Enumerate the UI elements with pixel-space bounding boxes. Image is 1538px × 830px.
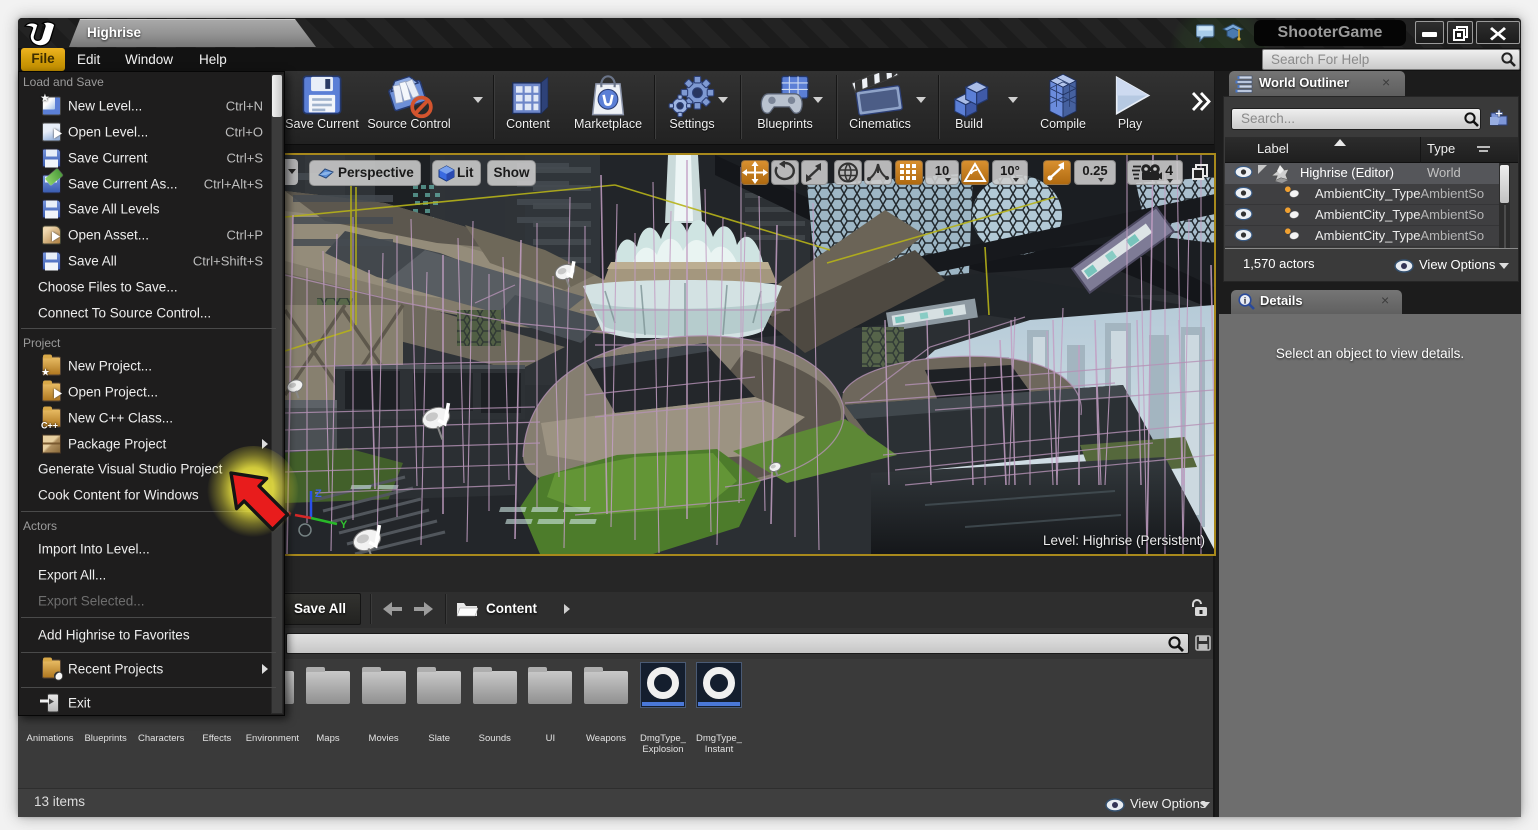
svg-text:Y: Y <box>340 519 348 531</box>
svg-text:*: * <box>287 510 292 522</box>
svg-text:Z: Z <box>315 488 322 500</box>
svg-text:Level: Highrise (Persistent): Level: Highrise (Persistent) <box>1043 533 1205 548</box>
